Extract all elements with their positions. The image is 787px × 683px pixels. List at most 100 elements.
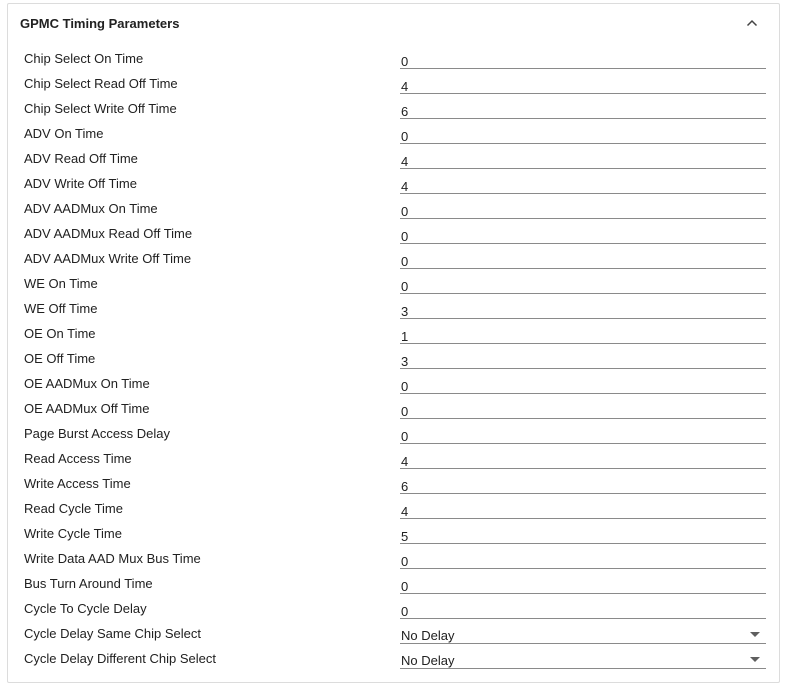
- param-field: [400, 173, 766, 194]
- page-burst-access-delay-input[interactable]: [401, 429, 731, 444]
- we-on-time-input[interactable]: [401, 279, 731, 294]
- select-label: Cycle Delay Same Chip Select: [24, 626, 202, 641]
- param-label: Cycle To Cycle Delay: [24, 601, 147, 616]
- param-field: [400, 448, 766, 469]
- param-field: [400, 148, 766, 169]
- param-label: Chip Select On Time: [24, 51, 144, 66]
- oe-aadmux-off-time-input[interactable]: [401, 404, 731, 419]
- chip-select-write-off-time-input[interactable]: [401, 104, 731, 119]
- write-cycle-time-input[interactable]: [401, 529, 731, 544]
- param-label: WE On Time: [24, 276, 98, 291]
- panel-header[interactable]: GPMC Timing Parameters: [8, 4, 779, 42]
- param-label: ADV AADMux Read Off Time: [24, 226, 193, 241]
- param-row-we-off-time: WE Off Time: [24, 298, 766, 323]
- param-label: ADV On Time: [24, 126, 104, 141]
- param-label: ADV Write Off Time: [24, 176, 137, 191]
- param-label: Write Cycle Time: [24, 526, 122, 541]
- param-row-we-on-time: WE On Time: [24, 273, 766, 298]
- gpmc-timing-panel: GPMC Timing Parameters Chip Select On Ti…: [7, 3, 780, 683]
- param-field: [400, 123, 766, 144]
- dropdown-arrow-icon[interactable]: [750, 657, 760, 662]
- param-field: [400, 223, 766, 244]
- param-row-page-burst-access-delay: Page Burst Access Delay: [24, 423, 766, 448]
- adv-on-time-input[interactable]: [401, 129, 731, 144]
- select-row-cycle-delay-different-chip-select: Cycle Delay Different Chip Select No Dela…: [24, 648, 766, 673]
- param-row-oe-aadmux-on-time: OE AADMux On Time: [24, 373, 766, 398]
- oe-off-time-input[interactable]: [401, 354, 731, 369]
- write-access-time-input[interactable]: [401, 479, 731, 494]
- read-cycle-time-input[interactable]: [401, 504, 731, 519]
- param-field: [400, 598, 766, 619]
- we-off-time-input[interactable]: [401, 304, 731, 319]
- param-field: [400, 573, 766, 594]
- param-field: [400, 423, 766, 444]
- param-field: [400, 473, 766, 494]
- param-label: Page Burst Access Delay: [24, 426, 170, 441]
- oe-aadmux-on-time-input[interactable]: [401, 379, 731, 394]
- param-label: Read Access Time: [24, 451, 132, 466]
- select-value: No Delay: [401, 653, 455, 668]
- param-field: [400, 548, 766, 569]
- cycle-delay-different-chip-select-select[interactable]: No Delay: [400, 648, 766, 669]
- param-field: [400, 73, 766, 94]
- param-row-chip-select-write-off-time: Chip Select Write Off Time: [24, 98, 766, 123]
- param-row-read-cycle-time: Read Cycle Time: [24, 498, 766, 523]
- param-row-adv-read-off-time: ADV Read Off Time: [24, 148, 766, 173]
- bus-turn-around-time-input[interactable]: [401, 579, 731, 594]
- param-row-read-access-time: Read Access Time: [24, 448, 766, 473]
- param-row-adv-write-off-time: ADV Write Off Time: [24, 173, 766, 198]
- adv-aadmux-on-time-input[interactable]: [401, 204, 731, 219]
- param-field: [400, 523, 766, 544]
- param-field: [400, 198, 766, 219]
- adv-aadmux-write-off-time-input[interactable]: [401, 254, 731, 269]
- param-row-cycle-to-cycle-delay: Cycle To Cycle Delay: [24, 598, 766, 623]
- param-field: [400, 273, 766, 294]
- param-row-adv-aadmux-read-off-time: ADV AADMux Read Off Time: [24, 223, 766, 248]
- param-row-chip-select-read-off-time: Chip Select Read Off Time: [24, 73, 766, 98]
- cycle-delay-same-chip-select-select[interactable]: No Delay: [400, 623, 766, 644]
- param-label: OE On Time: [24, 326, 96, 341]
- param-label: Chip Select Write Off Time: [24, 101, 177, 116]
- adv-aadmux-read-off-time-input[interactable]: [401, 229, 731, 244]
- cycle-to-cycle-delay-input[interactable]: [401, 604, 731, 619]
- oe-on-time-input[interactable]: [401, 329, 731, 344]
- write-data-aad-mux-bus-time-input[interactable]: [401, 554, 731, 569]
- param-row-oe-off-time: OE Off Time: [24, 348, 766, 373]
- param-label: ADV AADMux On Time: [24, 201, 158, 216]
- param-field: [400, 248, 766, 269]
- chevron-up-icon[interactable]: [745, 16, 759, 30]
- param-field: [400, 323, 766, 344]
- param-label: OE Off Time: [24, 351, 96, 366]
- param-row-adv-aadmux-write-off-time: ADV AADMux Write Off Time: [24, 248, 766, 273]
- param-row-write-access-time: Write Access Time: [24, 473, 766, 498]
- param-field: [400, 48, 766, 69]
- panel-title: GPMC Timing Parameters: [20, 15, 180, 31]
- param-row-adv-aadmux-on-time: ADV AADMux On Time: [24, 198, 766, 223]
- param-row-oe-on-time: OE On Time: [24, 323, 766, 348]
- param-label: WE Off Time: [24, 301, 98, 316]
- read-access-time-input[interactable]: [401, 454, 731, 469]
- param-field: [400, 498, 766, 519]
- chip-select-on-time-input[interactable]: [401, 54, 731, 69]
- param-label: Write Access Time: [24, 476, 131, 491]
- select-label: Cycle Delay Different Chip Select: [24, 651, 216, 666]
- param-row-bus-turn-around-time: Bus Turn Around Time: [24, 573, 766, 598]
- param-label: Write Data AAD Mux Bus Time: [24, 551, 201, 566]
- param-row-write-data-aad-mux-bus-time: Write Data AAD Mux Bus Time: [24, 548, 766, 573]
- parameter-list: Chip Select On Time Chip Select Read Off …: [24, 48, 766, 673]
- select-row-cycle-delay-same-chip-select: Cycle Delay Same Chip Select No Delay: [24, 623, 766, 648]
- param-row-oe-aadmux-off-time: OE AADMux Off Time: [24, 398, 766, 423]
- adv-write-off-time-input[interactable]: [401, 179, 731, 194]
- param-label: Chip Select Read Off Time: [24, 76, 178, 91]
- param-label: Read Cycle Time: [24, 501, 123, 516]
- param-label: OE AADMux On Time: [24, 376, 150, 391]
- param-row-write-cycle-time: Write Cycle Time: [24, 523, 766, 548]
- param-field: [400, 348, 766, 369]
- param-field: [400, 398, 766, 419]
- param-field: [400, 98, 766, 119]
- adv-read-off-time-input[interactable]: [401, 154, 731, 169]
- param-label: OE AADMux Off Time: [24, 401, 150, 416]
- chip-select-read-off-time-input[interactable]: [401, 79, 731, 94]
- select-value: No Delay: [401, 628, 455, 643]
- dropdown-arrow-icon[interactable]: [750, 632, 760, 637]
